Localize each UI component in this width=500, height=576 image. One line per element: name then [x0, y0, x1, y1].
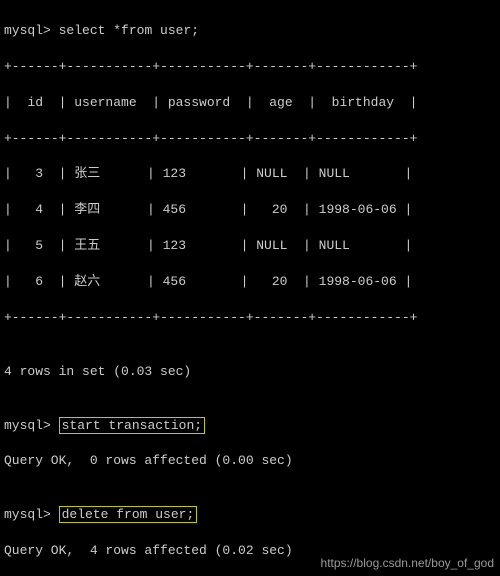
table-row: | 6 | 赵六 | 456 | 20 | 1998-06-06 | — [4, 273, 496, 291]
sql-start-transaction: start transaction; — [59, 417, 205, 434]
table-header: | id | username | password | age | birth… — [4, 94, 496, 112]
prompt-line: mysql> start transaction; — [4, 417, 496, 435]
prompt-line: mysql> select *from user; — [4, 22, 496, 40]
table-border: +------+-----------+-----------+-------+… — [4, 58, 496, 76]
status: 4 rows in set (0.03 sec) — [4, 363, 496, 381]
prompt-line: mysql> delete from user; — [4, 506, 496, 524]
sql-delete: delete from user; — [59, 506, 198, 523]
prompt: mysql> — [4, 418, 51, 433]
table-border: +------+-----------+-----------+-------+… — [4, 130, 496, 148]
sql-select-1: select *from user; — [59, 23, 199, 38]
table-row: | 4 | 李四 | 456 | 20 | 1998-06-06 | — [4, 201, 496, 219]
prompt: mysql> — [4, 23, 51, 38]
watermark: https://blog.csdn.net/boy_of_god — [321, 555, 494, 572]
table-border: +------+-----------+-----------+-------+… — [4, 309, 496, 327]
table-row: | 5 | 王五 | 123 | NULL | NULL | — [4, 237, 496, 255]
table-row: | 3 | 张三 | 123 | NULL | NULL | — [4, 165, 496, 183]
status: Query OK, 0 rows affected (0.00 sec) — [4, 452, 496, 470]
prompt: mysql> — [4, 507, 51, 522]
terminal[interactable]: mysql> select *from user; +------+------… — [0, 0, 500, 576]
